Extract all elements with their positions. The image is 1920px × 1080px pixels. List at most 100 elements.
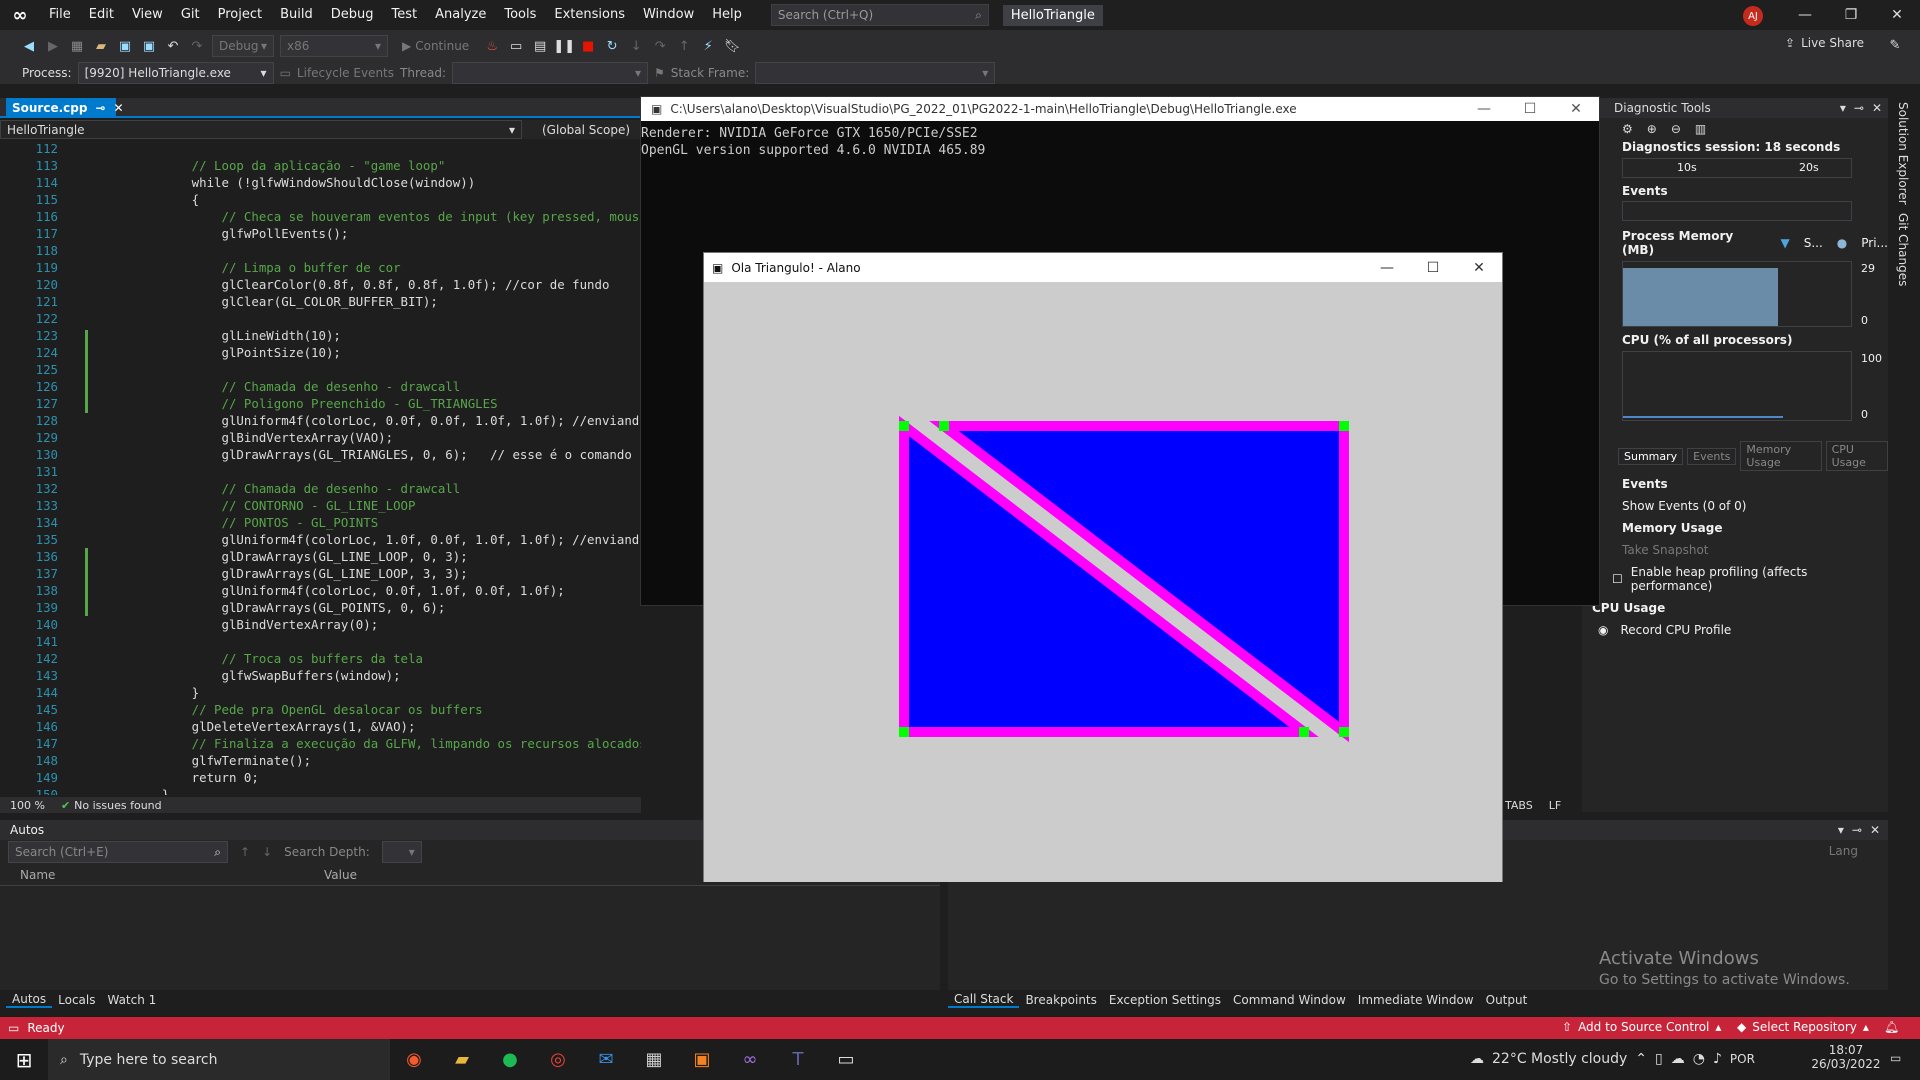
record-cpu-option[interactable]: ◉ Record CPU Profile [1582, 623, 1888, 637]
tab-immediate-window[interactable]: Immediate Window [1352, 993, 1480, 1007]
volume-icon[interactable]: ♪ [1713, 1051, 1722, 1067]
hot-reload-icon[interactable]: ♨ [483, 37, 501, 55]
menu-window[interactable]: Window [634, 0, 703, 30]
scope-select[interactable]: (Global Scope) [522, 123, 630, 137]
reset-view-icon[interactable]: ▥ [1695, 122, 1706, 136]
timeline-ruler[interactable]: 10s 20s [1622, 158, 1852, 178]
step-out-icon[interactable]: ↑ [675, 37, 693, 55]
tab-breakpoints[interactable]: Breakpoints [1019, 993, 1102, 1007]
code-line[interactable]: 145 // Pede pra OpenGL desalocar os buff… [0, 701, 641, 718]
code-line[interactable]: 122 [0, 310, 641, 327]
redo-icon[interactable]: ↷ [188, 37, 206, 55]
spotify-icon[interactable]: ● [491, 1041, 529, 1079]
close-icon[interactable]: ✕ [1872, 101, 1882, 115]
tab-output[interactable]: Output [1480, 993, 1534, 1007]
menu-file[interactable]: File [40, 0, 80, 30]
visual-studio-logo-icon[interactable]: ∞ [0, 0, 40, 30]
line-ending[interactable]: LF [1549, 799, 1561, 812]
continue-button[interactable]: ▶ Continue [394, 39, 477, 53]
clock[interactable]: 18:07 26/03/2022 [1806, 1043, 1886, 1071]
code-line[interactable]: 130 glDrawArrays(GL_TRIANGLES, 0, 6); //… [0, 446, 641, 463]
close-icon[interactable]: ✕ [114, 101, 124, 115]
show-threads-icon[interactable]: ⚡ [699, 37, 717, 55]
show-events-link[interactable]: Show Events (0 of 0) [1582, 499, 1888, 513]
battery-icon[interactable]: ▯ [1655, 1051, 1663, 1067]
code-line[interactable]: 128 glUniform4f(colorLoc, 0.0f, 0.0f, 1.… [0, 412, 641, 429]
platform-select[interactable]: x86 ▾ [280, 35, 388, 57]
wifi-icon[interactable]: ◔ [1693, 1051, 1705, 1067]
teams-icon[interactable]: T [779, 1041, 817, 1079]
chevron-up-icon[interactable]: ⌃ [1635, 1051, 1647, 1067]
feedback-icon[interactable]: ✎ [1886, 36, 1904, 54]
cloud-icon[interactable]: ☁ [1671, 1051, 1685, 1067]
language-indicator[interactable]: POR [1730, 1052, 1755, 1066]
forward-icon[interactable]: ▶ [44, 37, 62, 55]
weather-text[interactable]: 22°C Mostly cloudy [1492, 1051, 1627, 1067]
menu-tools[interactable]: Tools [495, 0, 545, 30]
code-line[interactable]: 140 glBindVertexArray(0); [0, 616, 641, 633]
menu-git[interactable]: Git [172, 0, 209, 30]
stack-frame-select[interactable]: ▾ [755, 62, 996, 84]
tab-call-stack[interactable]: Call Stack [948, 992, 1020, 1008]
new-project-icon[interactable]: ▦ [68, 37, 86, 55]
tabs-mode[interactable]: TABS [1505, 799, 1533, 812]
diag-tab-cpu-usage[interactable]: CPU Usage [1825, 441, 1888, 471]
take-snapshot-button[interactable]: Take Snapshot [1582, 543, 1888, 557]
file-explorer-icon[interactable]: ▰ [443, 1041, 481, 1079]
close-icon[interactable]: ✕ [1456, 253, 1502, 283]
code-line[interactable]: 120 glClearColor(0.8f, 0.8f, 0.8f, 1.0f)… [0, 276, 641, 293]
tab-exception-settings[interactable]: Exception Settings [1103, 993, 1227, 1007]
col-value[interactable]: Value [324, 868, 357, 882]
filter-icon[interactable]: ⚑ [654, 66, 665, 80]
calculator-icon[interactable]: ▦ [635, 1041, 673, 1079]
code-line[interactable]: 125 [0, 361, 641, 378]
code-line[interactable]: 114 while (!glfwWindowShouldClose(window… [0, 174, 641, 191]
search-input[interactable]: Search (Ctrl+Q) ⌕ [770, 4, 989, 26]
code-line[interactable]: 129 glBindVertexArray(VAO); [0, 429, 641, 446]
tab-autos[interactable]: Autos [6, 992, 53, 1008]
bookmark-icon[interactable]: 🔖︎ [723, 37, 741, 55]
zoom-level[interactable]: 100 % [10, 799, 45, 812]
live-share-button[interactable]: ⇪ Live Share [1785, 36, 1864, 50]
minimize-icon[interactable]: — [1364, 253, 1410, 283]
code-line[interactable]: 119 // Limpa o buffer de cor [0, 259, 641, 276]
col-language[interactable]: Lang [1829, 844, 1858, 858]
process-select[interactable]: [9920] HelloTriangle.exe ▾ [77, 62, 274, 84]
open-folder-icon[interactable]: ▰ [92, 37, 110, 55]
maximize-icon[interactable]: ☐ [1410, 253, 1456, 283]
code-line[interactable]: 138 glUniform4f(colorLoc, 0.0f, 1.0f, 0.… [0, 582, 641, 599]
undo-icon[interactable]: ↶ [164, 37, 182, 55]
cpu-graph[interactable]: 100 0 [1622, 351, 1882, 421]
checkbox-icon[interactable]: ☐ [1612, 572, 1623, 586]
minimize-icon[interactable]: — [1782, 0, 1828, 30]
menu-help[interactable]: Help [703, 0, 751, 30]
code-line[interactable]: 112 [0, 140, 641, 157]
step-over-icon[interactable]: ↷ [651, 37, 669, 55]
taskbar-search[interactable]: ⌕ Type here to search [48, 1039, 390, 1080]
code-line[interactable]: 141 [0, 633, 641, 650]
code-line[interactable]: 143 glfwSwapBuffers(window); [0, 667, 641, 684]
close-icon[interactable]: ✕ [1553, 94, 1599, 124]
maximize-icon[interactable]: ☐ [1507, 94, 1553, 124]
tab-solution-explorer[interactable]: Solution Explorer [1890, 98, 1916, 209]
weather-icon[interactable]: ☁ [1470, 1051, 1484, 1067]
code-line[interactable]: 117 glfwPollEvents(); [0, 225, 641, 242]
pin-icon[interactable]: ⊸ [1854, 101, 1864, 115]
tab-command-window[interactable]: Command Window [1227, 993, 1352, 1007]
memory-graph[interactable]: 29 0 [1622, 261, 1875, 327]
origin-app-icon[interactable]: ◉ [395, 1041, 433, 1079]
save-icon[interactable]: ▣ [116, 37, 134, 55]
code-line[interactable]: 121 glClear(GL_COLOR_BUFFER_BIT); [0, 293, 641, 310]
code-line[interactable]: 147 // Finaliza a execução da GLFW, limp… [0, 735, 641, 752]
stop-icon[interactable]: ■ [579, 37, 597, 55]
visual-studio-icon[interactable]: ∞ [731, 1041, 769, 1079]
col-name[interactable]: Name [0, 868, 324, 882]
step-into-icon[interactable]: ↓ [627, 37, 645, 55]
notification-icon[interactable]: 🔔︎ [1884, 1020, 1899, 1034]
opengl-canvas[interactable] [704, 282, 1502, 882]
events-track[interactable] [1622, 201, 1852, 221]
code-line[interactable]: 124 glPointSize(10); [0, 344, 641, 361]
code-line[interactable]: 139 glDrawArrays(GL_POINTS, 0, 6); [0, 599, 641, 616]
ppt-app-icon[interactable]: ▣ [683, 1041, 721, 1079]
pause-icon[interactable]: ❚❚ [553, 37, 575, 55]
